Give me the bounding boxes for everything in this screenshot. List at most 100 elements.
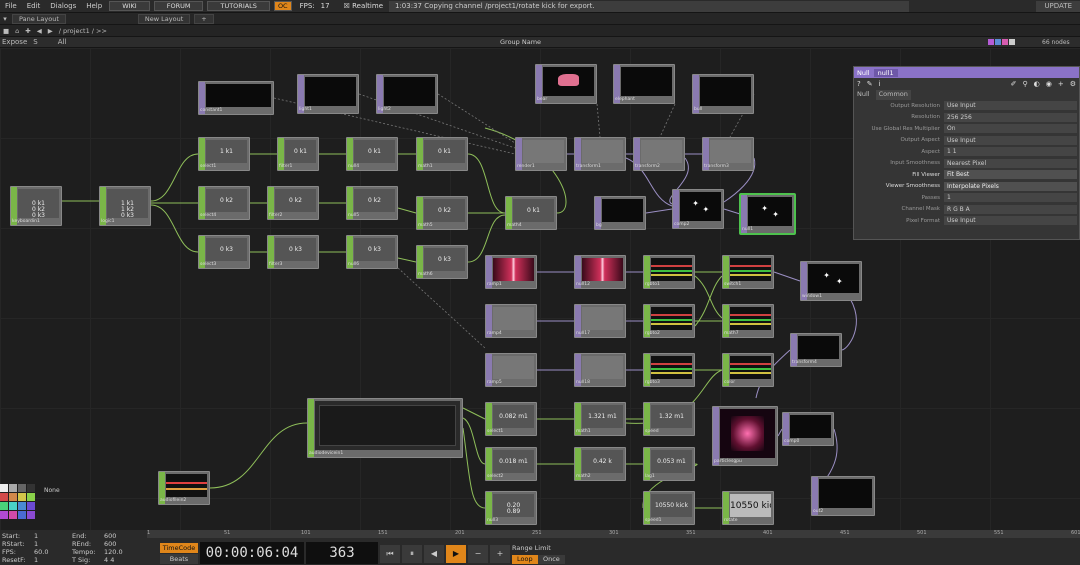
node-lag1[interactable]: 0.053 m1 lag1 — [643, 447, 695, 481]
once-button[interactable]: Once — [538, 555, 565, 564]
node-audiodevicein1[interactable]: audiodevicein1 — [307, 398, 463, 458]
loop-button[interactable]: Loop — [512, 555, 538, 564]
node-select2[interactable]: 0.018 m1 select2 — [485, 447, 537, 481]
python-icon[interactable]: ✎ — [867, 80, 873, 88]
end-value[interactable]: 600 — [104, 532, 116, 540]
step-minus-button[interactable]: − — [468, 545, 488, 563]
node-switch1[interactable]: switch1 — [722, 255, 774, 289]
node-color[interactable]: color — [722, 353, 774, 387]
beats-button[interactable]: Beats — [160, 554, 198, 564]
add-icon[interactable]: + — [1058, 80, 1064, 88]
rend-value[interactable]: 600 — [104, 540, 116, 548]
tempo-value[interactable]: 120.0 — [104, 548, 123, 556]
node-null5[interactable]: 0 k2 null5 — [346, 186, 398, 220]
back-icon[interactable]: ◀ — [37, 27, 42, 35]
node-math5[interactable]: 0 k2 math5 — [416, 196, 468, 230]
menu-help[interactable]: Help — [81, 2, 107, 10]
node-ramp1[interactable]: ramp1 — [485, 255, 537, 289]
node-rgbto3[interactable]: rgbto3 — [643, 353, 695, 387]
timecode-button[interactable]: TimeCode — [160, 543, 198, 553]
globe-icon[interactable]: ◉ — [1046, 80, 1052, 88]
node-render1[interactable]: render1 — [515, 137, 567, 171]
node-null4[interactable]: 0 k1 null4 — [346, 137, 398, 171]
node-select3[interactable]: 0 k3 select3 — [198, 235, 250, 269]
node-comp0[interactable]: comp0 — [782, 412, 834, 446]
node-select1[interactable]: 1 k1 select1 — [198, 137, 250, 171]
node-elephant[interactable]: elephant — [613, 64, 675, 104]
s-label[interactable]: S — [33, 38, 37, 46]
param-value[interactable]: Use Input — [944, 101, 1077, 111]
node-keyboardin1[interactable]: 0 k1 0 k2 0 k3 keyboardin1 — [10, 186, 62, 226]
node-null18[interactable]: null18 — [574, 353, 626, 387]
param-value[interactable]: Use Input — [944, 216, 1077, 226]
param-value[interactable]: 256 256 — [944, 112, 1077, 122]
realtime-toggle[interactable]: ☒ Realtime — [344, 2, 383, 10]
node-logic1[interactable]: 1 k1 1 k2 0 k3 logic1 — [99, 186, 151, 226]
timeline-ruler[interactable]: 1 51 101 151 201 251 301 351 401 451 501 551 601 — [147, 530, 1080, 538]
info-icon[interactable]: i — [879, 80, 881, 88]
menu-edit[interactable]: Edit — [22, 2, 46, 10]
node-transform1[interactable]: transform1 — [574, 137, 626, 171]
fps-value-field[interactable]: 60.0 — [34, 548, 48, 556]
node-math2[interactable]: 0.42 k math2 — [574, 447, 626, 481]
new-layout-button[interactable]: New Layout — [137, 13, 191, 24]
node-filter1[interactable]: 0 k1 filter1 — [277, 137, 319, 171]
start-value[interactable]: 1 — [34, 532, 38, 540]
help-icon[interactable]: ? — [857, 80, 861, 88]
timecode-display[interactable]: 00:00:06:04 — [200, 542, 304, 564]
pin-icon[interactable]: ✚ — [25, 27, 30, 35]
pane-layout-button[interactable]: Pane Layout — [12, 13, 66, 24]
all-label[interactable]: All — [58, 38, 67, 46]
node-rgbto2[interactable]: rgbto2 — [643, 304, 695, 338]
node-math1[interactable]: 0 k1 math1 — [416, 137, 468, 171]
tab-common[interactable]: Common — [875, 90, 911, 100]
menu-dialogs[interactable]: Dialogs — [45, 2, 81, 10]
node-math6[interactable]: 0 k3 math6 — [416, 245, 468, 279]
tsig-value[interactable]: 4 4 — [104, 556, 114, 564]
node-audiofilein2[interactable]: audiofilein2 — [158, 471, 210, 505]
param-value[interactable]: On — [944, 124, 1077, 134]
palette-none-label[interactable]: None — [44, 487, 60, 494]
pane-type-icon[interactable]: ■ — [3, 27, 9, 35]
node-window1[interactable]: ✦ ✦ window1 — [800, 261, 862, 301]
forum-button[interactable]: FORUM — [153, 1, 204, 11]
node-transform2[interactable]: transform2 — [633, 137, 685, 171]
param-value[interactable]: 1 1 — [944, 147, 1077, 157]
node-ramp5[interactable]: ramp5 — [485, 353, 537, 387]
network-path[interactable]: / project1 / >> — [59, 27, 107, 35]
oc-button[interactable]: OC — [273, 1, 292, 11]
node-null17[interactable]: null17 — [574, 304, 626, 338]
wrench-icon[interactable]: ✐ — [1011, 80, 1017, 88]
goto-start-button[interactable]: ⏮ — [380, 545, 400, 563]
menu-file[interactable]: File — [0, 2, 22, 10]
home-icon[interactable]: ⌂ — [15, 27, 19, 35]
update-button[interactable]: UPDATE — [1036, 0, 1080, 12]
wiki-button[interactable]: WIKI — [109, 1, 150, 11]
node-null3[interactable]: 0.20 0.89 null3 — [485, 491, 537, 525]
node-bg[interactable]: bg — [594, 196, 646, 230]
step-plus-button[interactable]: + — [490, 545, 510, 563]
node-math1[interactable]: 1.321 m1 math1 — [574, 402, 626, 436]
resetf-value[interactable]: 1 — [34, 556, 38, 564]
rstart-value[interactable]: 1 — [34, 540, 38, 548]
node-filter2[interactable]: 0 k2 filter2 — [267, 186, 319, 220]
play-button[interactable]: ▶ — [446, 545, 466, 563]
param-value[interactable]: R G B A — [944, 204, 1077, 214]
node-null6[interactable]: 0 k3 null6 — [346, 235, 398, 269]
node-rotate[interactable]: 10550 kick rotate — [722, 491, 774, 525]
node-select1[interactable]: 0.082 m1 select1 — [485, 402, 537, 436]
node-filter3[interactable]: 0 k3 filter3 — [267, 235, 319, 269]
node-bear[interactable]: bear — [535, 64, 597, 104]
param-value[interactable]: Fit Best — [944, 170, 1077, 180]
group-color-swatches[interactable] — [988, 39, 1015, 45]
frame-display[interactable]: 363 — [306, 542, 378, 564]
param-value[interactable]: 1 — [944, 193, 1077, 203]
node-constant1[interactable]: constant1 — [198, 81, 274, 115]
param-value[interactable]: Use Input — [944, 135, 1077, 145]
pause-button[interactable]: ⏸ — [402, 545, 422, 563]
node-input-connector[interactable] — [308, 399, 314, 457]
param-value[interactable]: Interpolate Pixels — [944, 181, 1077, 191]
node-transform3[interactable]: transform3 — [702, 137, 754, 171]
node-speed[interactable]: 1.32 m1 speed — [643, 402, 695, 436]
forward-icon[interactable]: ▶ — [48, 27, 53, 35]
